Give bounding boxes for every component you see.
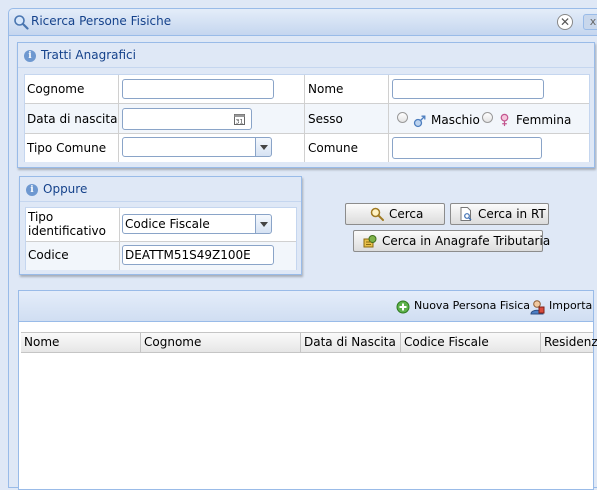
tratti-anagrafici-header: i Tratti Anagrafici <box>18 43 594 68</box>
tipo-comune-select[interactable] <box>122 137 256 157</box>
tipo-comune-dropdown-trigger[interactable] <box>255 137 272 157</box>
tratti-anagrafici-panel: i Tratti Anagrafici Cognome Nome Data di… <box>17 42 595 168</box>
tipo-comune-input-cell <box>119 134 305 162</box>
nuova-persona-button[interactable]: Nuova Persona Fisica <box>414 299 530 312</box>
info-icon: i <box>26 184 38 196</box>
femmina-radio[interactable] <box>482 112 493 123</box>
tipo-comune-label: Tipo Comune <box>27 141 107 155</box>
comune-input-cell <box>389 134 589 162</box>
results-toolbar: Nuova Persona Fisica Importa <box>19 291 593 322</box>
cognome-input[interactable] <box>122 79 274 99</box>
cognome-label-cell: Cognome <box>25 75 119 104</box>
results-panel: Nuova Persona Fisica Importa Nome Cognom… <box>18 290 597 490</box>
data-nascita-input-cell: 31 <box>119 104 305 134</box>
cerca-button[interactable]: Cerca <box>345 203 445 225</box>
cerca-anagrafe-label: Cerca in Anagrafe Tributaria <box>382 234 551 248</box>
column-header-cognome[interactable]: Cognome <box>141 333 301 353</box>
tipo-identificativo-label-cell: Tipo identificativo <box>26 208 120 242</box>
comune-label-cell: Comune <box>305 134 389 162</box>
tipo-comune-label-cell: Tipo Comune <box>25 134 119 162</box>
window-titlebar[interactable]: Ricerca Persone Fisiche ✕ x <box>9 9 597 36</box>
tax-registry-icon <box>363 235 377 248</box>
results-header-row: Nome Cognome Data di Nascita Codice Fisc… <box>21 332 597 353</box>
import-user-icon <box>530 300 545 315</box>
nome-label-cell: Nome <box>305 75 389 104</box>
document-icon <box>460 207 472 221</box>
column-header-residenza[interactable]: Residenz <box>541 333 597 353</box>
data-nascita-label: Data di nascita <box>27 112 118 126</box>
cerca-rt-label: Cerca in RT <box>478 207 546 221</box>
comune-label: Comune <box>308 141 359 155</box>
close-button[interactable]: ✕ <box>557 14 573 30</box>
info-icon: i <box>24 50 36 62</box>
oppure-grid: Tipo identificativo Codice Fiscale Codic… <box>25 207 297 270</box>
cerca-anagrafe-button[interactable]: Cerca in Anagrafe Tributaria <box>353 230 550 252</box>
comune-input[interactable] <box>392 137 542 159</box>
cognome-input-cell <box>119 75 305 104</box>
tipo-identificativo-select[interactable]: Codice Fiscale <box>122 214 256 234</box>
maschio-label: Maschio <box>431 113 480 127</box>
close-icon[interactable]: x <box>583 14 597 30</box>
data-nascita-input[interactable] <box>122 108 252 130</box>
male-icon <box>413 115 426 128</box>
oppure-title: Oppure <box>43 182 88 196</box>
sesso-label-cell: Sesso <box>305 104 389 134</box>
add-icon <box>396 300 410 314</box>
codice-label: Codice <box>28 248 69 262</box>
tratti-anagrafici-title: Tratti Anagrafici <box>41 48 136 62</box>
oppure-panel: i Oppure Tipo identificativo Codice Fisc… <box>19 176 302 275</box>
column-header-nome[interactable]: Nome <box>21 333 141 353</box>
oppure-header: i Oppure <box>20 177 301 202</box>
nome-input[interactable] <box>392 79 544 99</box>
tipo-identificativo-label: Tipo identificativo <box>28 210 106 238</box>
cognome-label: Cognome <box>27 82 85 96</box>
importa-button[interactable]: Importa <box>549 299 592 312</box>
search-icon <box>14 15 29 30</box>
sesso-label: Sesso <box>308 112 343 126</box>
codice-input[interactable]: DEATTM51S49Z100E <box>122 245 274 265</box>
female-icon <box>500 113 509 127</box>
femmina-label: Femmina <box>516 113 572 127</box>
tratti-anagrafici-grid: Cognome Nome Data di nascita 31 Sesso Ma… <box>24 74 590 162</box>
calendar-icon[interactable]: 31 <box>234 113 245 125</box>
cerca-label: Cerca <box>389 207 424 221</box>
codice-label-cell: Codice <box>26 242 120 270</box>
svg-text:31: 31 <box>236 119 244 126</box>
tipo-identificativo-dropdown-trigger[interactable] <box>255 214 272 234</box>
column-header-data-nascita[interactable]: Data di Nascita <box>301 333 401 353</box>
maschio-radio[interactable] <box>397 112 408 123</box>
nome-input-cell <box>389 75 589 104</box>
data-nascita-label-cell: Data di nascita <box>25 104 119 134</box>
column-header-codice-fiscale[interactable]: Codice Fiscale <box>401 333 541 353</box>
search-window: Ricerca Persone Fisiche ✕ x i Tratti Ana… <box>8 8 597 490</box>
nome-label: Nome <box>308 82 344 96</box>
cerca-rt-button[interactable]: Cerca in RT <box>450 203 549 225</box>
sesso-options-cell: Maschio Femmina <box>389 104 589 134</box>
codice-input-cell: DEATTM51S49Z100E <box>120 242 296 270</box>
tipo-identificativo-input-cell: Codice Fiscale <box>120 208 296 242</box>
magnifier-icon <box>370 207 384 221</box>
window-title: Ricerca Persone Fisiche <box>31 14 172 28</box>
